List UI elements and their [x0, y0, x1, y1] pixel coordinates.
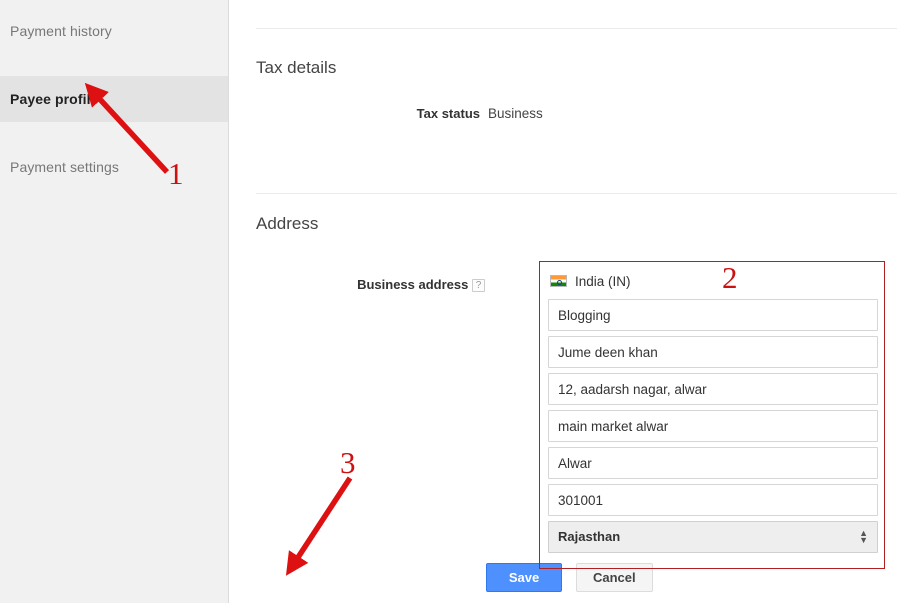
business-address-label-row: Business address ? [229, 277, 519, 293]
address-line-2-input[interactable] [548, 410, 878, 442]
tax-status-label: Tax status [416, 106, 480, 121]
india-flag-icon [550, 275, 567, 287]
sidebar-item-label: Payment settings [10, 159, 119, 175]
city-input[interactable] [548, 447, 878, 479]
state-select[interactable]: Rajasthan ▲ ▼ [548, 521, 878, 553]
business-address-label: Business address ? [229, 277, 493, 293]
sidebar: Payment history Payee profile Payment se… [0, 0, 229, 603]
address-title: Address [256, 214, 319, 233]
tax-status-row: Tax status Business [229, 106, 897, 121]
country-name-label: India (IN) [575, 273, 631, 289]
business-address-label-text: Business address [357, 277, 469, 292]
tax-status-value: Business [488, 106, 543, 121]
divider-middle [256, 193, 897, 194]
chevron-down-icon: ▼ [859, 535, 868, 545]
business-address-group: India (IN) Rajasthan ▲ ▼ [539, 261, 885, 569]
payments-settings-page: Payment history Payee profile Payment se… [0, 0, 897, 603]
country-row: India (IN) [548, 270, 876, 292]
payee-profile-nav-item[interactable]: Payee profile [0, 76, 228, 122]
sidebar-item-label: Payee profile [10, 91, 99, 107]
sidebar-item-payment-history[interactable]: Payment history [0, 8, 228, 54]
business-name-input[interactable] [548, 299, 878, 331]
help-question-icon[interactable]: ? [472, 279, 485, 293]
sidebar-item-payment-settings[interactable]: Payment settings [0, 144, 228, 190]
select-stepper-icon: ▲ ▼ [859, 529, 868, 545]
tax-details-title: Tax details [256, 58, 337, 77]
state-select-value: Rajasthan [558, 529, 621, 544]
recipient-name-input[interactable] [548, 336, 878, 368]
postal-code-input[interactable] [548, 484, 878, 516]
divider-top [256, 28, 897, 29]
sidebar-item-label: Payment history [10, 23, 112, 39]
address-line-1-input[interactable] [548, 373, 878, 405]
